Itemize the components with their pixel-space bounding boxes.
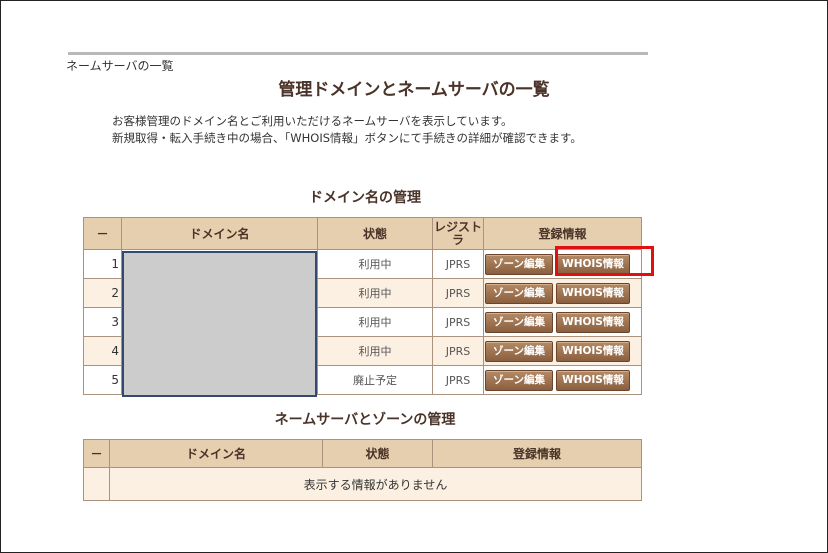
zone-edit-button[interactable]: ゾーン編集 [485,340,553,362]
zone-edit-button[interactable]: ゾーン編集 [485,282,553,304]
whois-button-highlight [555,246,654,276]
registrar-cell: JPRS [432,365,484,395]
row-number: 2 [83,278,122,308]
registrar-cell: JPRS [432,249,484,279]
col-registrar-header: レジストラ [432,217,484,250]
ns-section-title: ネームサーバとゾーンの管理 [274,412,456,428]
status-cell: 利用中 [317,249,433,279]
page-title: 管理ドメインとネームサーバの一覧 [278,80,550,100]
whois-info-button[interactable]: WHOIS情報 [556,311,630,333]
status-cell: 廃止予定 [317,365,433,395]
status-cell: 利用中 [317,307,433,337]
zone-edit-button[interactable]: ゾーン編集 [485,311,553,333]
page-description: お客様管理のドメイン名とご利用いただけるネームサーバを表示しています。 新規取得… [112,113,582,147]
col-info-header: 登録情報 [432,439,642,468]
table-row: 表示する情報がありません [83,467,642,501]
col-domain-header: ドメイン名 [121,217,318,250]
col-domain-header: ドメイン名 [109,439,323,468]
col-no-header: － [83,439,110,468]
status-cell: 利用中 [317,278,433,308]
redacted-domain-names [122,251,317,397]
col-status-header: 状態 [317,217,433,250]
domain-section-title: ドメイン名の管理 [309,190,421,206]
col-status-header: 状態 [322,439,433,468]
row-number: 4 [83,336,122,366]
row-number: 5 [83,365,122,395]
description-line-1: お客様管理のドメイン名とご利用いただけるネームサーバを表示しています。 [112,114,513,128]
row-number [83,467,110,501]
col-no-header: － [83,217,122,250]
whois-info-button[interactable]: WHOIS情報 [556,340,630,362]
col-info-header: 登録情報 [483,217,642,250]
breadcrumb: ネームサーバの一覧 [66,59,174,73]
registrar-cell: JPRS [432,307,484,337]
registrar-cell: JPRS [432,278,484,308]
ns-table-header: － ドメイン名 状態 登録情報 [83,439,642,468]
header-divider [68,52,648,55]
whois-info-button[interactable]: WHOIS情報 [556,369,630,391]
whois-info-button[interactable]: WHOIS情報 [556,282,630,304]
info-cell: ゾーン編集 WHOIS情報 [483,278,642,308]
registrar-cell: JPRS [432,336,484,366]
zone-edit-button[interactable]: ゾーン編集 [485,253,553,275]
nameserver-table: － ドメイン名 状態 登録情報 表示する情報がありません [83,439,642,501]
row-number: 1 [83,249,122,279]
domain-table-header: － ドメイン名 状態 レジストラ 登録情報 [83,217,642,250]
description-line-2: 新規取得・転入手続き中の場合、「WHOIS情報」ボタンにて手続きの詳細が確認でき… [112,131,582,145]
info-cell: ゾーン編集 WHOIS情報 [483,336,642,366]
info-cell: ゾーン編集 WHOIS情報 [483,307,642,337]
info-cell: ゾーン編集 WHOIS情報 [483,365,642,395]
empty-message: 表示する情報がありません [109,467,642,501]
row-number: 3 [83,307,122,337]
status-cell: 利用中 [317,336,433,366]
zone-edit-button[interactable]: ゾーン編集 [485,369,553,391]
